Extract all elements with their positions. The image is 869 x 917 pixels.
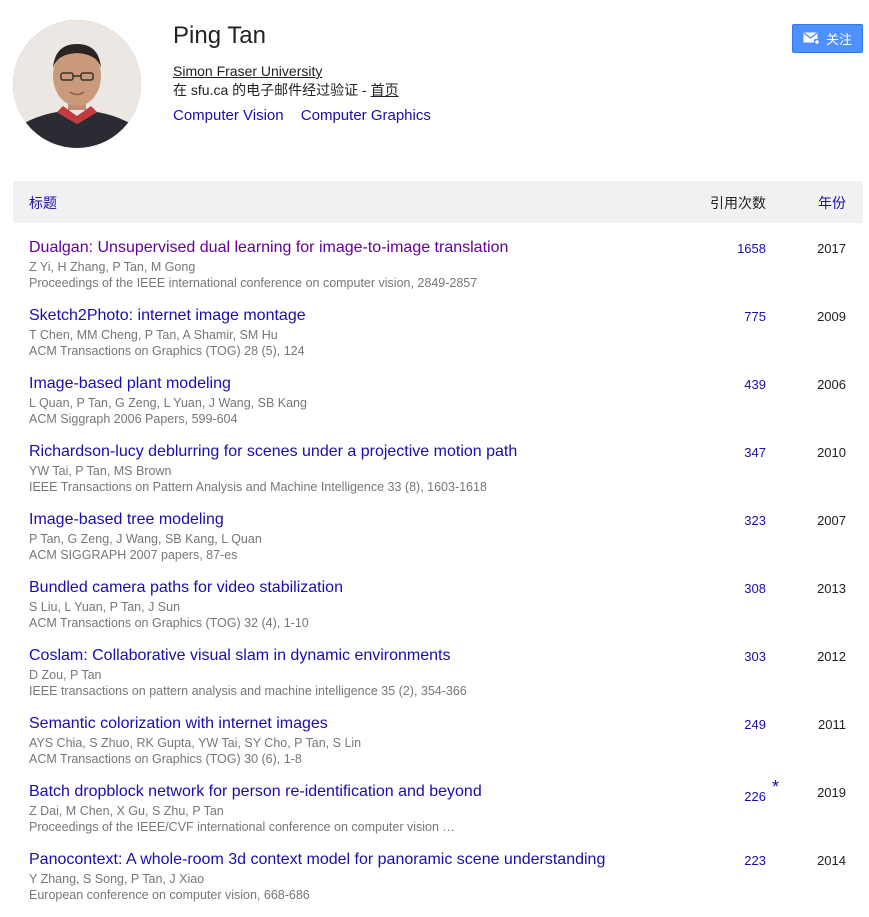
publication-authors: Y Zhang, S Song, P Tan, J Xiao [29, 872, 205, 886]
publication-title-link[interactable]: Image-based plant modeling [29, 373, 231, 395]
publication-title-link[interactable]: Image-based tree modeling [29, 509, 224, 531]
publication-year: 2012 [817, 649, 846, 664]
column-title-header[interactable]: 标题 [29, 193, 57, 213]
publication-title-link[interactable]: Batch dropblock network for person re-id… [29, 781, 482, 803]
citation-count-link[interactable]: 223 [744, 853, 766, 869]
publication-year: 2014 [817, 853, 846, 868]
publication-title-link[interactable]: Coslam: Collaborative visual slam in dyn… [29, 645, 451, 667]
publication-venue: ACM Siggraph 2006 Papers, 599-604 [29, 412, 238, 426]
publication-year: 2009 [817, 309, 846, 324]
citation-count-link[interactable]: 1658 [737, 241, 766, 257]
table-header: 标题 引用次数 年份 [13, 181, 863, 223]
merged-citations-star[interactable]: * [772, 778, 779, 796]
table-row: Coslam: Collaborative visual slam in dyn… [0, 645, 869, 713]
citation-count-link[interactable]: 323 [744, 513, 766, 529]
publication-year: 2011 [818, 717, 846, 732]
publication-authors: Z Yi, H Zhang, P Tan, M Gong [29, 260, 196, 274]
publication-authors: S Liu, L Yuan, P Tan, J Sun [29, 600, 181, 614]
publication-year: 2019 [817, 785, 846, 800]
publication-venue: ACM Transactions on Graphics (TOG) 32 (4… [29, 616, 309, 630]
interest-computer-graphics[interactable]: Computer Graphics [301, 107, 431, 124]
table-row: Dualgan: Unsupervised dual learning for … [0, 237, 869, 305]
profile-name: Ping Tan [173, 22, 266, 49]
publication-authors: P Tan, G Zeng, J Wang, SB Kang, L Quan [29, 532, 262, 546]
citation-count-link[interactable]: 303 [744, 649, 766, 665]
citation-count-link[interactable]: 439 [744, 377, 766, 393]
follow-button-label: 关注 [825, 32, 852, 47]
publication-authors: L Quan, P Tan, G Zeng, L Yuan, J Wang, S… [29, 396, 307, 410]
table-row: Richardson-lucy deblurring for scenes un… [0, 441, 869, 509]
publication-year: 2006 [817, 377, 846, 392]
publication-venue: European conference on computer vision, … [29, 888, 310, 902]
table-row: Image-based tree modeling P Tan, G Zeng,… [0, 509, 869, 577]
table-row: Batch dropblock network for person re-id… [0, 778, 869, 849]
table-row: Sketch2Photo: internet image montage T C… [0, 305, 869, 373]
homepage-link[interactable]: 首页 [371, 82, 399, 98]
publication-year: 2013 [817, 581, 846, 596]
interest-computer-vision[interactable]: Computer Vision [173, 107, 284, 124]
publication-authors: T Chen, MM Cheng, P Tan, A Shamir, SM Hu [29, 328, 278, 342]
table-row: Image-based plant modeling L Quan, P Tan… [0, 373, 869, 441]
publication-authors: AYS Chia, S Zhuo, RK Gupta, YW Tai, SY C… [29, 736, 362, 750]
profile-photo [13, 20, 141, 148]
publication-title-link[interactable]: Dualgan: Unsupervised dual learning for … [29, 237, 508, 259]
publication-venue: ACM SIGGRAPH 2007 papers, 87-es [29, 548, 238, 562]
publication-title-link[interactable]: Semantic colorization with internet imag… [29, 713, 328, 735]
publication-venue: Proceedings of the IEEE/CVF internationa… [29, 820, 455, 834]
column-cited-header: 引用次数 [710, 195, 766, 211]
citation-count-link[interactable]: 347 [744, 445, 766, 461]
publication-venue: ACM Transactions on Graphics (TOG) 30 (6… [29, 752, 302, 766]
publication-list: Dualgan: Unsupervised dual learning for … [0, 237, 869, 917]
publication-venue: ACM Transactions on Graphics (TOG) 28 (5… [29, 344, 305, 358]
profile-info: Ping Tan Simon Fraser University 在 sfu.c… [173, 22, 444, 125]
table-row: Semantic colorization with internet imag… [0, 713, 869, 781]
publication-authors: D Zou, P Tan [29, 668, 102, 682]
follow-button[interactable]: 关注 [792, 24, 863, 53]
table-row: Bundled camera paths for video stabiliza… [0, 577, 869, 645]
publication-year: 2010 [817, 445, 846, 460]
column-year-header[interactable]: 年份 [818, 193, 846, 213]
publication-authors: Z Dai, M Chen, X Gu, S Zhu, P Tan [29, 804, 224, 818]
citation-count-link[interactable]: 775 [744, 309, 766, 325]
publication-venue: IEEE Transactions on Pattern Analysis an… [29, 480, 487, 494]
mail-icon [803, 32, 820, 45]
publication-year: 2007 [817, 513, 846, 528]
research-interests: Computer Vision Computer Graphics [173, 106, 444, 125]
publication-authors: YW Tai, P Tan, MS Brown [29, 464, 172, 478]
affiliation-link[interactable]: Simon Fraser University [173, 62, 322, 81]
citation-count-link[interactable]: 226 [744, 789, 766, 805]
citation-count-link[interactable]: 249 [744, 717, 766, 733]
table-row: Panocontext: A whole-room 3d context mod… [0, 849, 869, 917]
verified-email-line: 在 sfu.ca 的电子邮件经过验证 - 首页 [173, 81, 444, 100]
publication-title-link[interactable]: Sketch2Photo: internet image montage [29, 305, 306, 327]
publication-title-link[interactable]: Richardson-lucy deblurring for scenes un… [29, 441, 517, 463]
citation-count-link[interactable]: 308 [744, 581, 766, 597]
publication-venue: IEEE transactions on pattern analysis an… [29, 684, 467, 698]
verified-email-text: 在 sfu.ca 的电子邮件经过验证 - [173, 82, 371, 98]
publication-venue: Proceedings of the IEEE international co… [29, 276, 478, 290]
publication-title-link[interactable]: Bundled camera paths for video stabiliza… [29, 577, 343, 599]
publication-title-link[interactable]: Panocontext: A whole-room 3d context mod… [29, 849, 605, 871]
publication-year: 2017 [817, 241, 846, 256]
